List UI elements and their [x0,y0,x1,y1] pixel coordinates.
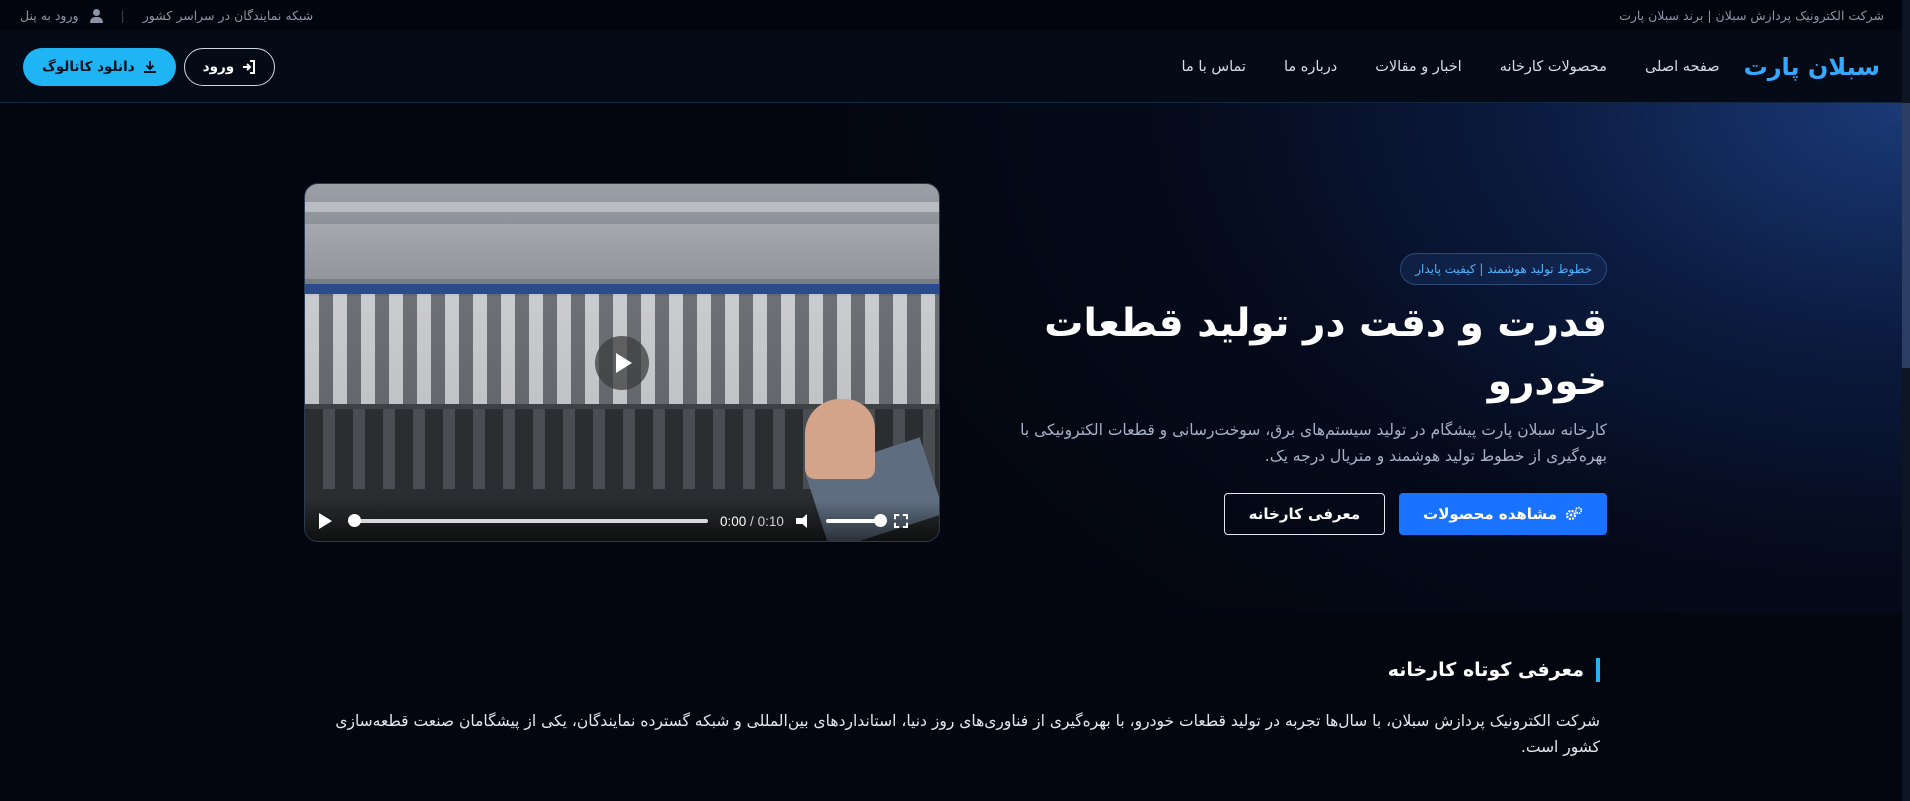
nav-item-contact[interactable]: تماس با ما [1182,59,1246,75]
view-products-button[interactable]: مشاهده محصولات [1399,493,1607,535]
video-time: 0:00 / 0:10 [720,513,784,529]
intro-title: معرفی کوتاه کارخانه [310,658,1600,682]
factory-intro-button[interactable]: معرفی کارخانه [1223,493,1386,535]
company-tagline: شرکت الکترونیک پردازش سبلان | برند سبلان… [1619,8,1884,23]
video-frame-detail [805,399,875,479]
factory-video-player[interactable]: 0:00 / 0:10 [304,183,940,542]
video-current-time: 0:00 [720,513,747,529]
nav-item-about[interactable]: درباره ما [1284,59,1337,75]
volume-knob[interactable] [873,514,887,527]
volume-icon[interactable] [795,514,814,528]
fullscreen-icon[interactable] [893,514,908,528]
video-play-overlay-button[interactable] [595,336,649,390]
header-brand-nav: سبلان پارت صفحه اصلی محصولات کارخانه اخب… [1182,53,1880,81]
intro-text: شرکت الکترونیک پردازش سبلان، با سال‌ها ت… [335,712,1600,756]
sign-in-icon [243,59,256,74]
panel-login-label: ورود به پنل [20,8,79,23]
nav-item-news[interactable]: اخبار و مقالات [1375,59,1461,75]
panel-login-link[interactable]: ورود به پنل [20,8,103,23]
hero-section [0,103,1902,613]
site-logo[interactable]: سبلان پارت [1744,53,1880,81]
video-progress-bar[interactable] [348,514,708,527]
intro-section: معرفی کوتاه کارخانه شرکت الکترونیک پرداز… [310,658,1600,760]
network-link[interactable]: شبکه نمایندگان در سراسر کشور [143,8,313,23]
top-bar: شرکت الکترونیک پردازش سبلان | برند سبلان… [0,0,1910,31]
nav-item-products[interactable]: محصولات کارخانه [1500,59,1607,75]
video-frame-detail [305,202,939,212]
progress-knob[interactable] [348,514,361,527]
download-icon [143,60,156,73]
nav-item-home[interactable]: صفحه اصلی [1645,59,1720,75]
video-frame-detail [305,224,939,279]
scrollbar-thumb[interactable] [1902,103,1910,368]
hero-content: خطوط تولید هوشمند | کیفیت پایدار قدرت و … [967,253,1607,535]
hero-title: قدرت و دقت در تولید قطعات خودرو [1044,301,1607,404]
site-header: سبلان پارت صفحه اصلی محصولات کارخانه اخب… [0,31,1910,103]
user-icon [87,8,103,23]
play-icon[interactable] [319,513,332,529]
video-duration: 0:10 [757,513,784,529]
login-button[interactable]: ورود [183,47,276,86]
hero-description: کارخانه سبلان پارت پیشگام در تولید سیستم… [1020,421,1607,465]
volume-slider[interactable] [825,514,887,527]
play-icon [616,353,632,373]
page-scrollbar[interactable] [1902,0,1910,801]
gears-icon [1565,506,1583,521]
factory-intro-label: معرفی کارخانه [1248,505,1361,523]
download-catalog-button[interactable]: دانلود کاتالوگ [23,47,176,86]
video-controls: 0:00 / 0:10 [305,501,939,541]
topbar-separator: | [120,8,125,23]
view-products-label: مشاهده محصولات [1423,505,1557,523]
catalog-label: دانلود کاتالوگ [42,58,135,75]
header-actions: ورود دانلود کاتالوگ [23,47,276,86]
hero-buttons: مشاهده محصولات معرفی کارخانه [967,493,1607,535]
main-nav: صفحه اصلی محصولات کارخانه اخبار و مقالات… [1182,59,1720,75]
login-label: ورود [202,58,235,75]
hero-badge: خطوط تولید هوشمند | کیفیت پایدار [1400,253,1607,285]
topbar-links: شبکه نمایندگان در سراسر کشور | ورود به پ… [20,8,313,23]
